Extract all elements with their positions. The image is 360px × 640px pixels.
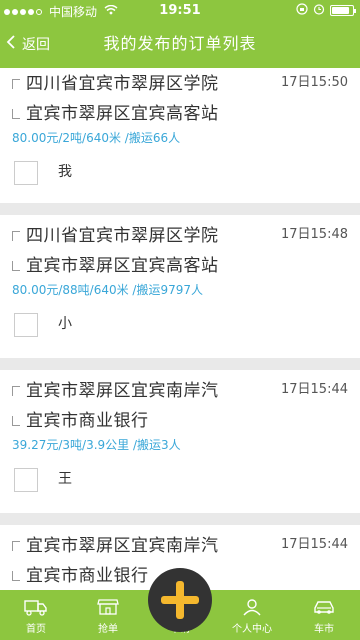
route-from-text: 四川省宜宾市翠屏区学院 [26,74,219,94]
route-from: 宜宾市翠屏区宜宾南岸汽 [12,376,280,406]
order-time: 17日15:44 [280,537,348,552]
bottom-nav: 首页 抢单 申请 个人中心 车市 [0,568,360,640]
plus-icon-v [176,581,184,619]
route-from: 四川省宜宾市翠屏区学院 [12,69,280,99]
route-to-text: 宜宾市商业银行 [26,411,149,431]
battery-icon [330,5,356,16]
page-title: 我的发布的订单列表 [103,34,257,53]
order-list[interactable]: 四川省宜宾市翠屏区学院 宜宾市翠屏区宜宾高客站 17日15:50 80.00元/… [0,68,360,590]
rotation-lock-icon [296,3,308,18]
route-to: 宜宾市商业银行 [12,406,280,436]
nav-market[interactable]: 车市 [288,590,360,640]
nav-profile[interactable]: 个人中心 [216,590,288,640]
order-time: 17日15:44 [280,382,348,397]
route-from: 四川省宜宾市翠屏区学院 [12,221,280,251]
order-route: 四川省宜宾市翠屏区学院 宜宾市翠屏区宜宾高客站 [12,69,280,129]
status-bar: 中国移动 19:51 [0,0,360,20]
header-bar: 返回 我的发布的订单列表 [0,20,360,68]
nav-profile-label: 个人中心 [232,624,272,635]
order-meta: 39.27元/3吨/3.9公里 /搬运3人 [12,438,181,452]
order-time: 17日15:50 [280,75,348,90]
order-person: 王 [58,471,72,487]
order-meta: 80.00元/2吨/640米 /搬运66人 [12,131,181,145]
nav-grab[interactable]: 抢单 [72,590,144,640]
route-to: 宜宾市商业银行 [12,561,280,590]
nav-grab-label: 抢单 [98,624,118,635]
route-to-text: 宜宾市翠屏区宜宾高客站 [26,104,219,124]
order-card[interactable]: 四川省宜宾市翠屏区学院 宜宾市翠屏区宜宾高客站 17日15:48 80.00元/… [0,215,360,358]
order-checkbox[interactable] [14,161,38,185]
order-route: 四川省宜宾市翠屏区学院 宜宾市翠屏区宜宾高客站 [12,221,280,281]
route-from-text: 宜宾市翠屏区宜宾南岸汽 [26,536,219,556]
truck-icon [24,598,48,616]
route-from: 宜宾市翠屏区宜宾南岸汽 [12,531,280,561]
nav-home[interactable]: 首页 [0,590,72,640]
order-person: 我 [58,164,72,180]
nav-home-label: 首页 [26,624,46,635]
route-to-text: 宜宾市商业银行 [26,566,149,586]
route-to: 宜宾市翠屏区宜宾高客站 [12,99,280,129]
order-checkbox[interactable] [14,468,38,492]
status-right [296,3,356,18]
alarm-icon [313,3,325,18]
nav-market-label: 车市 [314,624,334,635]
order-meta: 80.00元/88吨/640米 /搬运9797人 [12,283,204,297]
publish-plus-button[interactable] [148,568,212,632]
car-icon [312,598,336,616]
store-icon [96,598,120,616]
route-from-text: 宜宾市翠屏区宜宾南岸汽 [26,381,219,401]
order-person: 小 [58,316,72,332]
order-checkbox[interactable] [14,313,38,337]
order-route: 宜宾市翠屏区宜宾南岸汽 宜宾市商业银行 [12,531,280,590]
route-from-text: 四川省宜宾市翠屏区学院 [26,226,219,246]
route-to-text: 宜宾市翠屏区宜宾高客站 [26,256,219,276]
order-time: 17日15:48 [280,227,348,242]
route-to: 宜宾市翠屏区宜宾高客站 [12,251,280,281]
user-icon [240,598,264,616]
order-card[interactable]: 四川省宜宾市翠屏区学院 宜宾市翠屏区宜宾高客站 17日15:50 80.00元/… [0,68,360,203]
order-route: 宜宾市翠屏区宜宾南岸汽 宜宾市商业银行 [12,376,280,436]
order-card[interactable]: 宜宾市翠屏区宜宾南岸汽 宜宾市商业银行 17日15:44 39.27元/3吨/3… [0,370,360,513]
